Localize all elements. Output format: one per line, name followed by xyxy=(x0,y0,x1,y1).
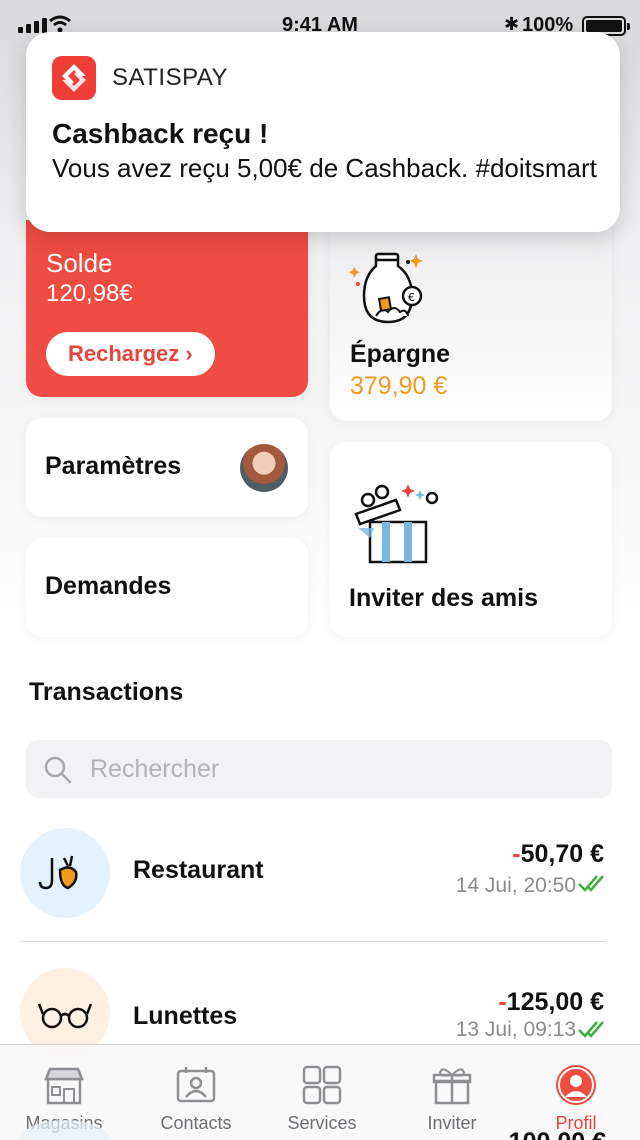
tab-invite[interactable]: Inviter xyxy=(388,1045,516,1140)
savings-value: 379,90 € xyxy=(350,372,448,400)
gift-box-icon xyxy=(354,484,439,564)
notification-title: Cashback reçu ! xyxy=(52,118,269,149)
restaurant-icon xyxy=(20,828,110,918)
balance-card[interactable]: Solde 120,98€ Rechargez › xyxy=(26,220,308,397)
divider xyxy=(20,941,606,942)
transaction-amount: -50,70 € xyxy=(512,840,604,868)
transaction-date: 13 Jui, 09:13 xyxy=(455,1018,576,1041)
cashback-notification[interactable]: SATISPAY Cashback reçu ! Vous avez reçu … xyxy=(26,32,620,232)
contacts-icon xyxy=(176,1067,216,1103)
store-icon xyxy=(44,1067,84,1105)
tab-contacts[interactable]: Contacts xyxy=(132,1045,260,1140)
satispay-logo-icon xyxy=(52,56,96,100)
tab-label: Inviter xyxy=(427,1113,477,1133)
notification-app-name: SATISPAY xyxy=(112,64,229,91)
savings-card[interactable]: € Épargne 379,90 € xyxy=(330,220,612,421)
settings-card[interactable]: Paramètres xyxy=(26,418,308,517)
double-check-icon xyxy=(578,875,604,892)
profile-icon xyxy=(556,1065,596,1105)
svg-text:€: € xyxy=(408,291,415,304)
balance-label: Solde xyxy=(46,248,113,278)
savings-jar-icon: € xyxy=(349,252,423,324)
search-bar[interactable] xyxy=(26,740,612,798)
search-input[interactable] xyxy=(90,740,590,798)
balance-value: 120,98€ xyxy=(46,280,133,307)
tab-profile[interactable]: Profil xyxy=(512,1045,640,1140)
search-icon xyxy=(44,756,72,784)
double-check-icon xyxy=(578,1021,604,1038)
tab-services[interactable]: Services xyxy=(258,1045,386,1140)
avatar xyxy=(240,444,288,492)
tab-label: Contacts xyxy=(160,1113,232,1133)
transaction-row[interactable]: Restaurant -50,70 € 14 Jui, 20:50 xyxy=(20,828,606,928)
tab-label: Services xyxy=(287,1113,357,1133)
transaction-amount-peek: 100,00 € xyxy=(509,1128,606,1140)
invite-friends-label: Inviter des amis xyxy=(349,584,538,612)
gift-icon xyxy=(432,1068,472,1105)
services-icon xyxy=(302,1065,342,1105)
transaction-name: Lunettes xyxy=(133,1002,238,1030)
transaction-date: 14 Jui, 20:50 xyxy=(455,874,576,897)
transactions-title: Transactions xyxy=(29,678,184,706)
savings-label: Épargne xyxy=(350,340,451,368)
invite-friends-card[interactable]: Inviter des amis xyxy=(330,442,612,637)
requests-label: Demandes xyxy=(45,572,172,600)
recharge-button[interactable]: Rechargez › xyxy=(46,332,215,376)
requests-card[interactable]: Demandes xyxy=(26,538,308,637)
settings-label: Paramètres xyxy=(45,452,182,480)
notification-body: Vous avez reçu 5,00€ de Cashback. #doits… xyxy=(52,153,597,183)
transaction-name: Restaurant xyxy=(133,856,264,884)
transaction-amount: -125,00 € xyxy=(498,988,604,1016)
